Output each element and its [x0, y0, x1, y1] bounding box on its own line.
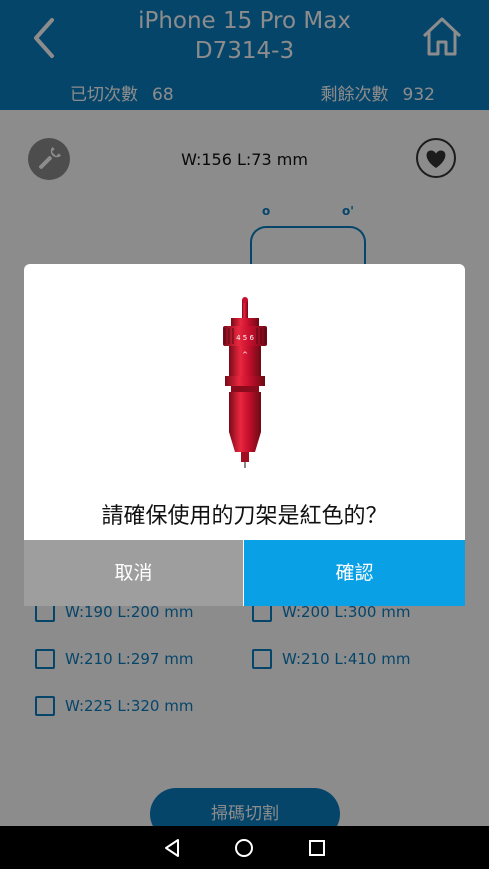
nav-back-icon[interactable] [160, 836, 184, 860]
nav-home-icon[interactable] [232, 836, 256, 860]
svg-text:4 5 6: 4 5 6 [236, 334, 254, 342]
cancel-button[interactable]: 取消 [24, 540, 243, 606]
confirm-dialog: 4 5 6 ^ 請確保使用的刀架是紅色的？ 取消 確認 [24, 264, 465, 606]
svg-text:^: ^ [242, 351, 248, 359]
red-blade-holder-image: 4 5 6 ^ [223, 297, 267, 468]
nav-recents-icon[interactable] [305, 836, 329, 860]
system-nav-bar [0, 826, 489, 869]
confirm-button[interactable]: 確認 [244, 540, 465, 606]
dialog-message: 請確保使用的刀架是紅色的？ [101, 504, 388, 529]
